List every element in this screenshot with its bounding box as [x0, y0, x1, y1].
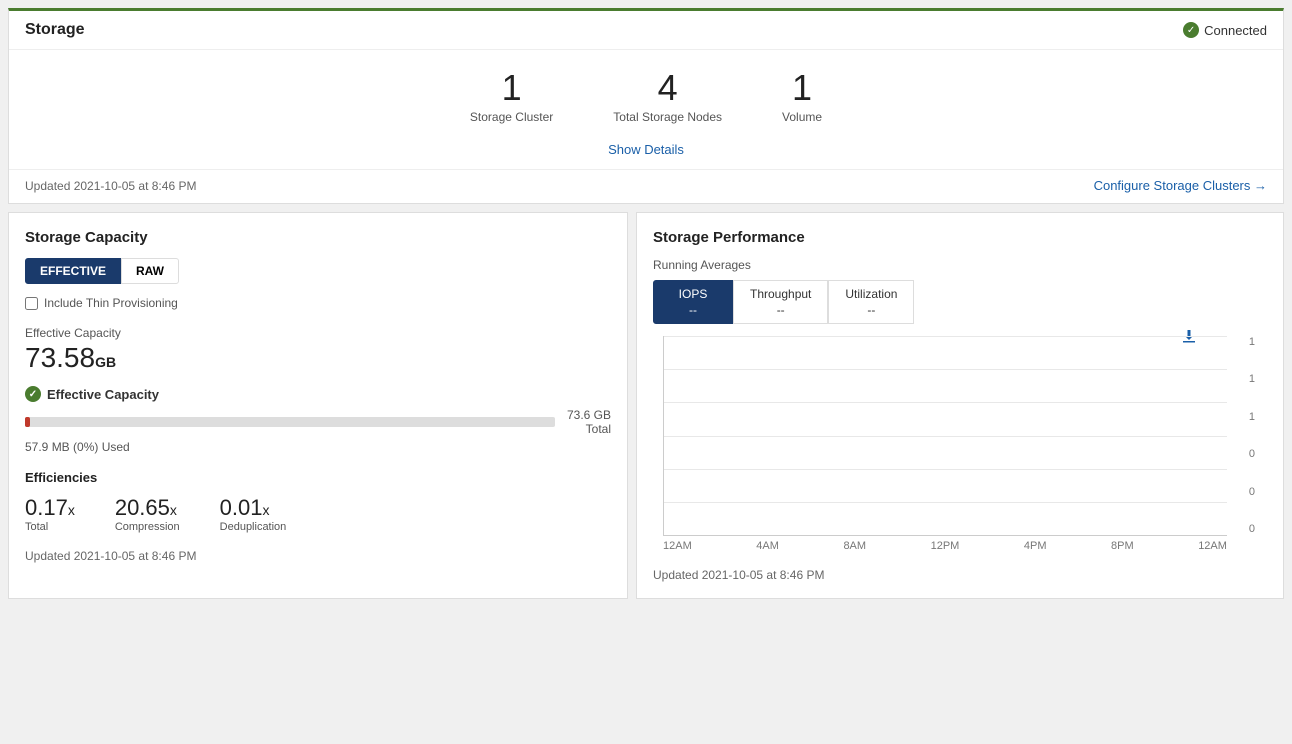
- chart-y-labels: 1 1 1 0 0 0: [1249, 336, 1255, 535]
- perf-tab-throughput-label: Throughput: [750, 287, 811, 301]
- performance-updated-text: Updated 2021-10-05 at 8:46 PM: [653, 568, 824, 582]
- perf-tab-iops[interactable]: IOPS --: [653, 280, 733, 324]
- capacity-unit: GB: [95, 354, 116, 370]
- capacity-card-footer: Updated 2021-10-05 at 8:46 PM: [25, 549, 611, 563]
- capacity-value: 73.58GB: [25, 342, 611, 374]
- performance-card-footer: Updated 2021-10-05 at 8:46 PM: [653, 568, 1267, 582]
- connection-status-label: Connected: [1204, 23, 1267, 38]
- thin-provisioning-label: Include Thin Provisioning: [44, 296, 178, 310]
- capacity-used: 57.9 MB (0%) Used: [25, 440, 611, 454]
- eff-deduplication: 0.01x Deduplication: [220, 495, 287, 533]
- connection-status-badge: ✓ Connected: [1183, 22, 1267, 38]
- eff-comp-label: Compression: [115, 521, 180, 533]
- tab-effective[interactable]: EFFECTIVE: [25, 258, 121, 284]
- top-summary-card: Storage ✓ Connected 1 Storage Cluster 4 …: [8, 8, 1284, 204]
- eff-dedup-value: 0.01x: [220, 495, 287, 521]
- tab-raw[interactable]: RAW: [121, 258, 179, 284]
- top-card-footer: Updated 2021-10-05 at 8:46 PM Configure …: [9, 169, 1283, 203]
- efficiencies-row: 0.17x Total 20.65x Compression 0.01x Ded…: [25, 495, 611, 533]
- thin-provisioning-row: Include Thin Provisioning: [25, 296, 611, 310]
- eff-comp-value: 20.65x: [115, 495, 180, 521]
- volume-count: 1: [782, 70, 822, 106]
- bottom-row: Storage Capacity EFFECTIVE RAW Include T…: [8, 212, 1284, 599]
- perf-tab-throughput[interactable]: Throughput --: [733, 280, 828, 324]
- storage-cluster-stat: 1 Storage Cluster: [470, 70, 553, 124]
- perf-tabs: IOPS -- Throughput -- Utilization --: [653, 280, 1267, 324]
- chart-wrapper: 1 1 1 0 0 0 12AM 4AM 8AM 12PM 4PM 8PM 12…: [653, 336, 1227, 552]
- capacity-total-sublabel: Total: [586, 422, 611, 436]
- capacity-number: 73.58: [25, 342, 95, 373]
- running-avg-label: Running Averages: [653, 258, 1267, 272]
- total-nodes-count: 4: [613, 70, 722, 106]
- app-title: Storage: [25, 21, 85, 39]
- show-details-section: Show Details: [9, 134, 1283, 165]
- perf-tab-utilization[interactable]: Utilization --: [828, 280, 914, 324]
- chart-x-labels: 12AM 4AM 8AM 12PM 4PM 8PM 12AM: [663, 540, 1227, 552]
- capacity-label: Effective Capacity: [25, 326, 611, 340]
- capacity-total-value: 73.6 GB: [567, 408, 611, 422]
- total-nodes-label: Total Storage Nodes: [613, 110, 722, 124]
- perf-tab-utilization-label: Utilization: [845, 287, 897, 301]
- grid-line-6: [664, 502, 1227, 503]
- perf-tab-utilization-value: --: [867, 303, 875, 317]
- eff-total-value: 0.17x: [25, 495, 75, 521]
- efficiencies-title: Efficiencies: [25, 470, 611, 485]
- volume-label: Volume: [782, 110, 822, 124]
- eff-dedup-label: Deduplication: [220, 521, 287, 533]
- top-card-header: Storage ✓ Connected: [9, 11, 1283, 50]
- volume-stat: 1 Volume: [782, 70, 822, 124]
- perf-tab-iops-value: --: [689, 303, 697, 317]
- app-container: Storage ✓ Connected 1 Storage Cluster 4 …: [0, 8, 1292, 744]
- chart-area: 1 1 1 0 0 0: [663, 336, 1227, 536]
- storage-capacity-title: Storage Capacity: [25, 229, 611, 246]
- eff-compression: 20.65x Compression: [115, 495, 180, 533]
- capacity-bar-wrap: [25, 417, 555, 427]
- capacity-total-label: 73.6 GB Total: [567, 408, 611, 436]
- eff-total-label: Total: [25, 521, 75, 533]
- grid-line-2: [664, 369, 1227, 370]
- storage-cluster-label: Storage Cluster: [470, 110, 553, 124]
- show-details-link[interactable]: Show Details: [608, 142, 684, 157]
- thin-provisioning-checkbox[interactable]: [25, 297, 38, 310]
- performance-title: Storage Performance: [653, 229, 1267, 246]
- grid-line-1: [664, 336, 1227, 337]
- storage-capacity-card: Storage Capacity EFFECTIVE RAW Include T…: [8, 212, 628, 599]
- configure-storage-clusters-link[interactable]: Configure Storage Clusters →: [1094, 178, 1267, 193]
- total-nodes-stat: 4 Total Storage Nodes: [613, 70, 722, 124]
- storage-cluster-count: 1: [470, 70, 553, 106]
- stats-row: 1 Storage Cluster 4 Total Storage Nodes …: [9, 50, 1283, 134]
- perf-tab-throughput-value: --: [777, 303, 785, 317]
- capacity-bar-fill: [25, 417, 30, 427]
- grid-line-3: [664, 402, 1227, 403]
- connected-icon: ✓: [1183, 22, 1199, 38]
- eff-total: 0.17x Total: [25, 495, 75, 533]
- capacity-tabs: EFFECTIVE RAW: [25, 258, 611, 284]
- storage-performance-card: Storage Performance Running Averages IOP…: [636, 212, 1284, 599]
- summary-updated-text: Updated 2021-10-05 at 8:46 PM: [25, 179, 196, 193]
- perf-tab-iops-label: IOPS: [679, 287, 708, 301]
- eff-cap-label: Effective Capacity: [47, 387, 159, 402]
- eff-cap-check-icon: ✓: [25, 386, 41, 402]
- grid-line-4: [664, 436, 1227, 437]
- capacity-updated-text: Updated 2021-10-05 at 8:46 PM: [25, 549, 196, 563]
- capacity-bar-container: 73.6 GB Total: [25, 408, 611, 436]
- eff-cap-header: ✓ Effective Capacity: [25, 386, 611, 402]
- grid-line-5: [664, 469, 1227, 470]
